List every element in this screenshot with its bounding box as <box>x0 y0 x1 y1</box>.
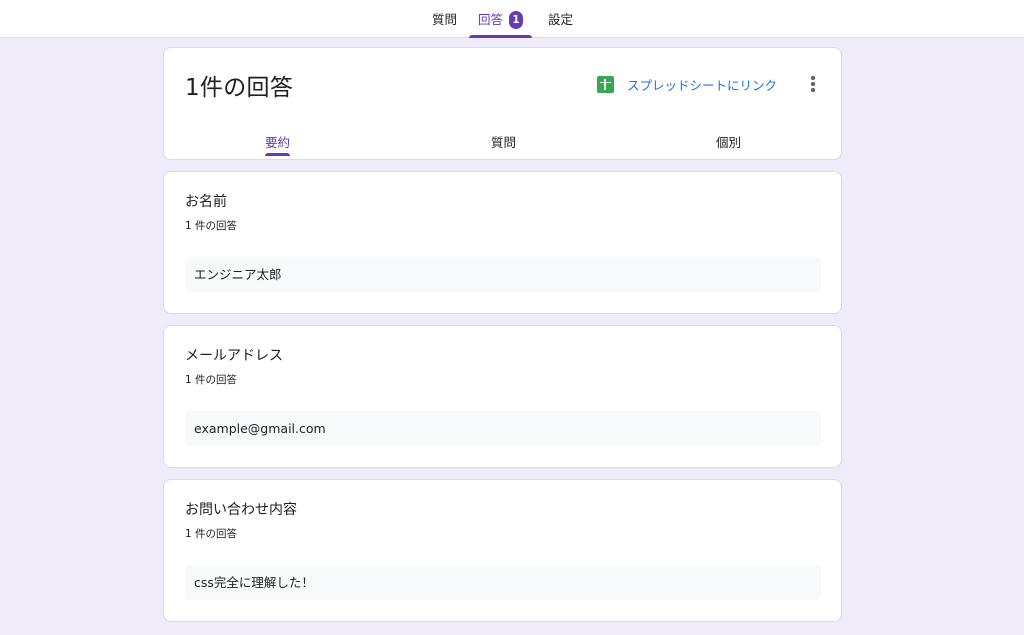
response-value: エンジニア太郎 <box>185 257 821 292</box>
link-to-sheets-button[interactable]: スプレッドシートにリンク <box>597 74 777 94</box>
subtab-individual-label: 個別 <box>716 135 742 150</box>
google-sheets-icon <box>597 75 614 93</box>
question-title: お問い合わせ内容 <box>185 502 297 518</box>
response-count: 1 件の回答 <box>185 374 238 386</box>
response-count: 1 件の回答 <box>185 220 238 232</box>
question-card-name: お名前 1 件の回答 エンジニア太郎 <box>163 171 842 314</box>
top-navigation-bar: 質問 回答 1 設定 <box>0 0 1024 38</box>
tab-settings[interactable]: 設定 <box>548 0 573 38</box>
page-title: 1件の回答 <box>185 75 294 101</box>
question-card-inquiry: お問い合わせ内容 1 件の回答 css完全に理解した！ <box>163 479 842 622</box>
subtab-summary[interactable]: 要約 <box>265 132 291 156</box>
tab-questions[interactable]: 質問 <box>432 0 457 38</box>
response-value: example@gmail.com <box>185 411 821 446</box>
active-tab-indicator <box>469 35 533 38</box>
tab-responses[interactable]: 回答 1 <box>469 0 533 38</box>
link-to-sheets-label: スプレッドシートにリンク <box>627 77 778 93</box>
tab-responses-label: 回答 <box>478 12 504 27</box>
tab-settings-label: 設定 <box>548 12 574 27</box>
subtab-summary-label: 要約 <box>265 135 291 150</box>
more-vert-icon[interactable] <box>804 76 822 94</box>
response-value: css完全に理解した！ <box>185 565 821 600</box>
response-count: 1 件の回答 <box>185 528 238 540</box>
tab-questions-label: 質問 <box>432 12 458 27</box>
subtab-question[interactable]: 質問 <box>491 132 516 151</box>
subtab-question-label: 質問 <box>491 135 517 150</box>
question-title: お名前 <box>185 194 227 210</box>
question-title: メールアドレス <box>185 348 283 364</box>
responses-summary-card: 1件の回答 スプレッドシートにリンク 要約 質問 個別 <box>163 47 842 160</box>
response-count-badge: 1 <box>509 11 524 29</box>
subtab-individual[interactable]: 個別 <box>716 132 741 151</box>
question-card-email: メールアドレス 1 件の回答 example@gmail.com <box>163 325 842 468</box>
active-subtab-indicator <box>265 153 291 156</box>
